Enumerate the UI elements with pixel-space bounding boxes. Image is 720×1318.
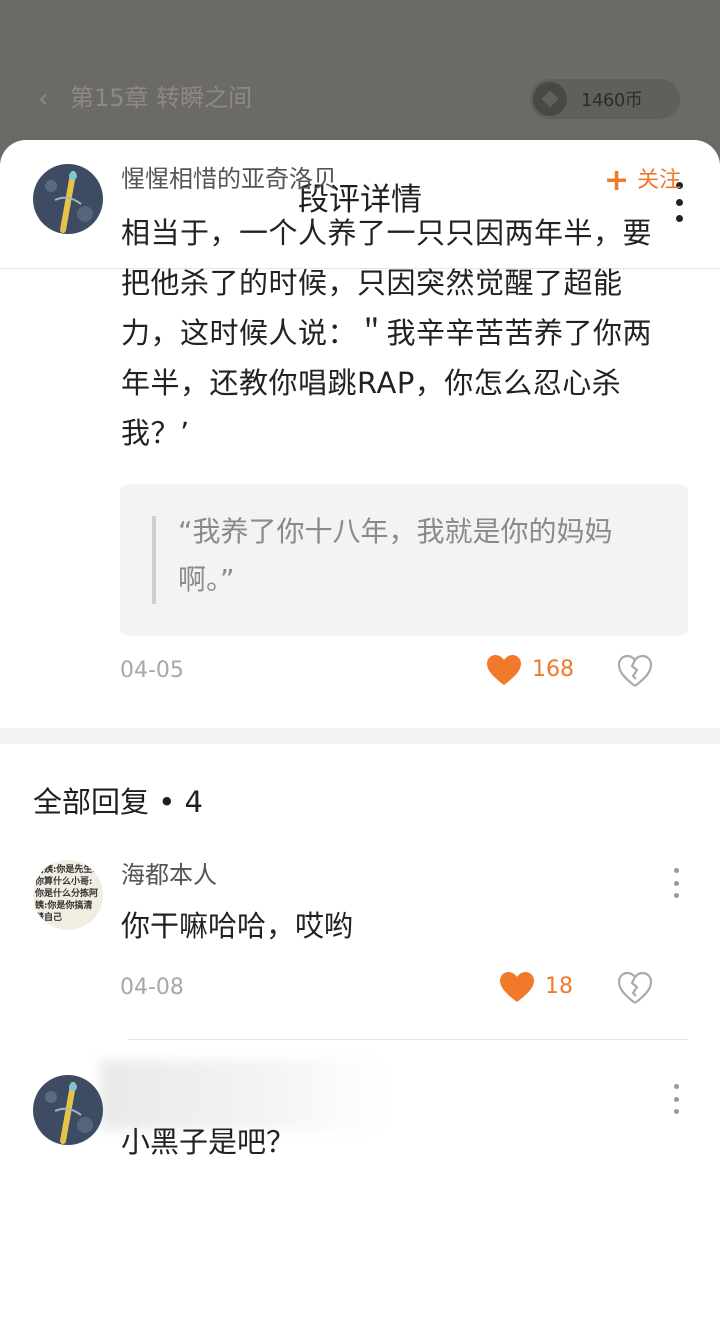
reply-text: 你干嘛哈哈，哎哟 [121, 909, 354, 943]
heart-icon [500, 972, 534, 1002]
quote-bar [152, 516, 156, 604]
avatar-image: 阿姨:你是先生:你算什么小哥:你是什么分拣阿姨:你是你搞清楚自己 [35, 865, 99, 923]
avatar-image [33, 1075, 103, 1145]
follow-label: 关注 [637, 168, 682, 193]
replies-header: 全部回复 • 4 [33, 785, 203, 819]
reply-username[interactable]: 海都本人 [121, 858, 217, 892]
quote-text: “我养了你十八年，我就是你的妈妈啊。” [178, 515, 613, 596]
reader-header-background: ‹ 第15章 转瞬之间 1460币 [0, 0, 720, 160]
broken-heart-icon [617, 654, 653, 687]
section-divider [0, 728, 720, 744]
reply-more-button[interactable] [666, 1082, 686, 1116]
like-count: 168 [532, 657, 574, 682]
heart-icon [487, 655, 521, 685]
more-dot-icon [673, 1109, 679, 1114]
reply-date: 04-08 [120, 975, 184, 1000]
comment-text: 相当于，一个人养了一只只因两年半，要把他杀了的时候，只因突然觉醒了超能力，这时候… [121, 216, 653, 450]
quoted-passage[interactable]: “我养了你十八年，我就是你的妈妈啊。” [120, 484, 688, 636]
dislike-button[interactable] [617, 971, 653, 1005]
more-dot-icon [673, 1096, 679, 1102]
plus-icon: + [604, 163, 630, 198]
coin-balance: 1460币 [581, 90, 643, 111]
reply-text: 小黑子是吧？ [121, 1125, 296, 1159]
avatar[interactable]: 阿姨:你是先生:你算什么小哥:你是什么分拣阿姨:你是你搞清楚自己 [33, 860, 103, 930]
coin-icon [533, 82, 567, 116]
avatar[interactable] [33, 164, 103, 234]
like-button[interactable]: 18 [499, 971, 573, 1003]
dislike-button[interactable] [617, 654, 653, 688]
avatar-image [33, 164, 103, 234]
chevron-left-icon[interactable]: ‹ [38, 84, 68, 114]
like-button[interactable]: 168 [486, 654, 574, 686]
more-dot-icon [673, 1084, 679, 1089]
more-dot-icon [673, 893, 679, 898]
follow-button[interactable]: + 关注 [604, 165, 681, 197]
reply-username-blurred [100, 1060, 390, 1130]
comment-date: 04-05 [120, 658, 184, 683]
like-count: 18 [545, 974, 573, 999]
more-dot-icon [673, 868, 679, 873]
more-dot-icon [673, 880, 679, 886]
coin-balance-pill[interactable]: 1460币 [530, 79, 680, 119]
broken-heart-icon [617, 971, 653, 1004]
avatar[interactable] [33, 1075, 103, 1145]
reply-divider [128, 1039, 688, 1040]
chapter-title: 第15章 转瞬之间 [70, 84, 253, 112]
reply-more-button[interactable] [666, 866, 686, 900]
more-dot-icon [675, 198, 683, 206]
comment-username[interactable]: 惺惺相惜的亚奇洛贝 [121, 162, 337, 196]
